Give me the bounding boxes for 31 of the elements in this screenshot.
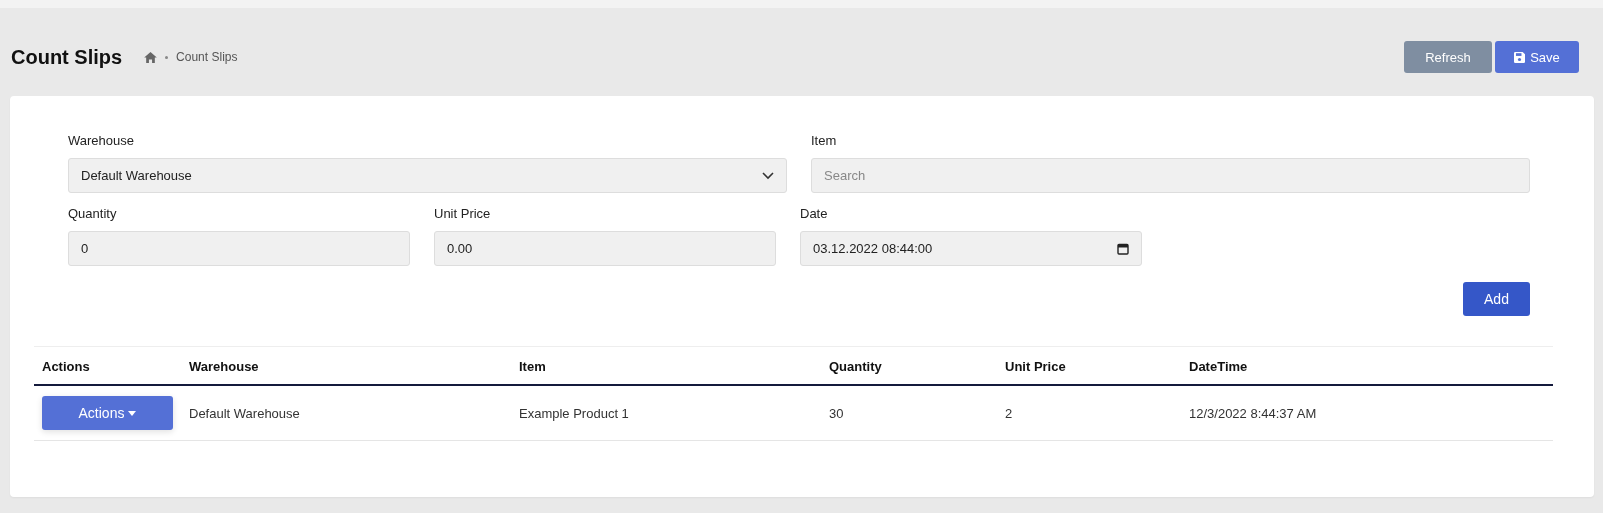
caret-down-icon: [128, 410, 137, 416]
home-icon[interactable]: [144, 51, 158, 63]
field-label: Item: [811, 133, 838, 148]
field-label: Warehouse: [68, 133, 135, 148]
breadcrumb-separator: [165, 55, 169, 59]
page-title: Count Slips: [11, 45, 123, 69]
column-header: Item: [519, 359, 546, 374]
column-header: DateTime: [1189, 359, 1248, 374]
column-header: Actions: [42, 359, 90, 374]
breadcrumb-item: Count Slips: [176, 50, 238, 64]
warehouse-select[interactable]: Default Warehouse: [68, 158, 787, 193]
quantity-field[interactable]: 0: [68, 231, 410, 266]
unit-price-field[interactable]: 0.00: [434, 231, 776, 266]
table-cell: 2: [1005, 405, 1013, 421]
table-cell: 12/3/2022 8:44:37 AM: [1189, 405, 1317, 421]
column-header: Quantity: [829, 359, 882, 374]
date-field[interactable]: 03.12.2022 08:44:00: [800, 231, 1142, 266]
field-label: Date: [800, 206, 829, 221]
column-header: Unit Price: [1005, 359, 1066, 374]
field-label: Quantity: [68, 206, 118, 221]
column-header: Warehouse: [189, 359, 259, 374]
calendar-icon[interactable]: [1117, 242, 1129, 255]
actions-dropdown-button[interactable]: Actions: [42, 396, 173, 430]
chevron-down-icon: [762, 171, 774, 180]
search-field[interactable]: Search: [811, 158, 1530, 193]
table-cell: 30: [829, 405, 844, 421]
save-button[interactable]: Save: [1495, 41, 1579, 73]
table-cell: Example Product 1: [519, 405, 629, 421]
add-button[interactable]: Add: [1463, 282, 1530, 316]
field-label: Unit Price: [434, 206, 492, 221]
table-cell: Default Warehouse: [189, 405, 300, 421]
